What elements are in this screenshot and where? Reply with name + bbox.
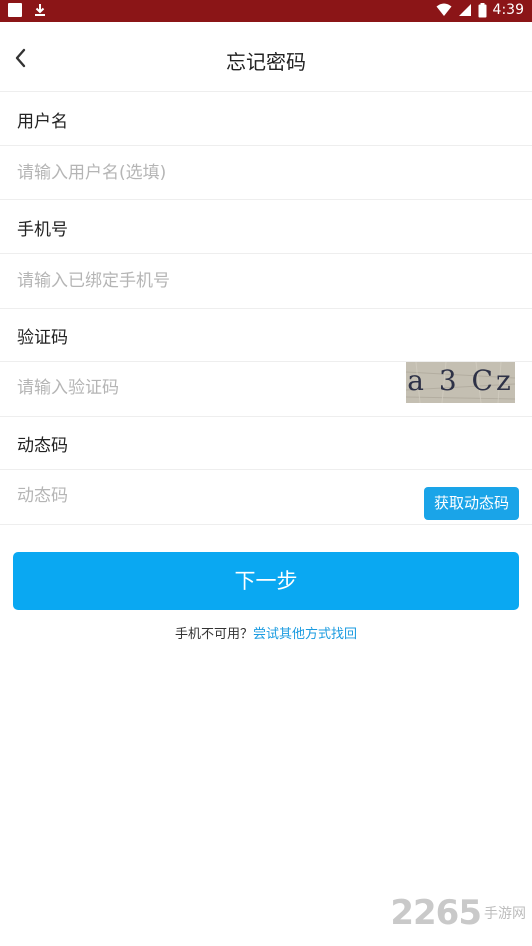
- captcha-input[interactable]: [17, 374, 387, 402]
- download-icon: [35, 4, 45, 16]
- phone-input[interactable]: [17, 267, 497, 295]
- phone-label-row: 手机号: [0, 200, 532, 254]
- get-code-button[interactable]: 获取动态码: [424, 487, 519, 520]
- captcha-label-row: 验证码: [0, 309, 532, 362]
- next-button[interactable]: 下一步: [13, 552, 519, 610]
- alt-prefix: 手机不可用？: [174, 627, 253, 642]
- page-title: 忘记密码: [226, 50, 306, 74]
- app-square-icon: [8, 3, 22, 17]
- alt-recovery-line: 手机不可用？尝试其他方式找回: [0, 623, 532, 642]
- battery-icon: [478, 2, 487, 17]
- username-label: 用户名: [17, 112, 68, 132]
- username-input[interactable]: [17, 159, 497, 187]
- status-right: 4:39: [436, 2, 524, 18]
- watermark-number: 2265: [390, 893, 482, 933]
- sms-label: 动态码: [17, 436, 68, 456]
- alt-recovery-link[interactable]: 尝试其他方式找回: [253, 627, 357, 642]
- sms-input[interactable]: [17, 482, 407, 510]
- title-bar: 忘记密码: [0, 22, 532, 92]
- captcha-text: a 3 Cz: [407, 364, 514, 397]
- status-left: [8, 3, 46, 17]
- captcha-label: 验证码: [17, 328, 68, 348]
- sms-label-row: 动态码: [0, 417, 532, 470]
- username-input-row: [0, 146, 532, 200]
- phone-label: 手机号: [17, 220, 68, 240]
- watermark: 2265 手游网: [390, 893, 526, 933]
- status-bar: 4:39: [0, 0, 532, 22]
- captcha-image[interactable]: a 3 Cz: [406, 362, 515, 403]
- status-time: 4:39: [492, 2, 524, 18]
- username-label-row: 用户名: [0, 92, 532, 146]
- signal-icon: [458, 4, 471, 16]
- watermark-text: 手游网: [484, 906, 526, 922]
- wifi-icon: [436, 3, 452, 16]
- phone-input-row: [0, 254, 532, 309]
